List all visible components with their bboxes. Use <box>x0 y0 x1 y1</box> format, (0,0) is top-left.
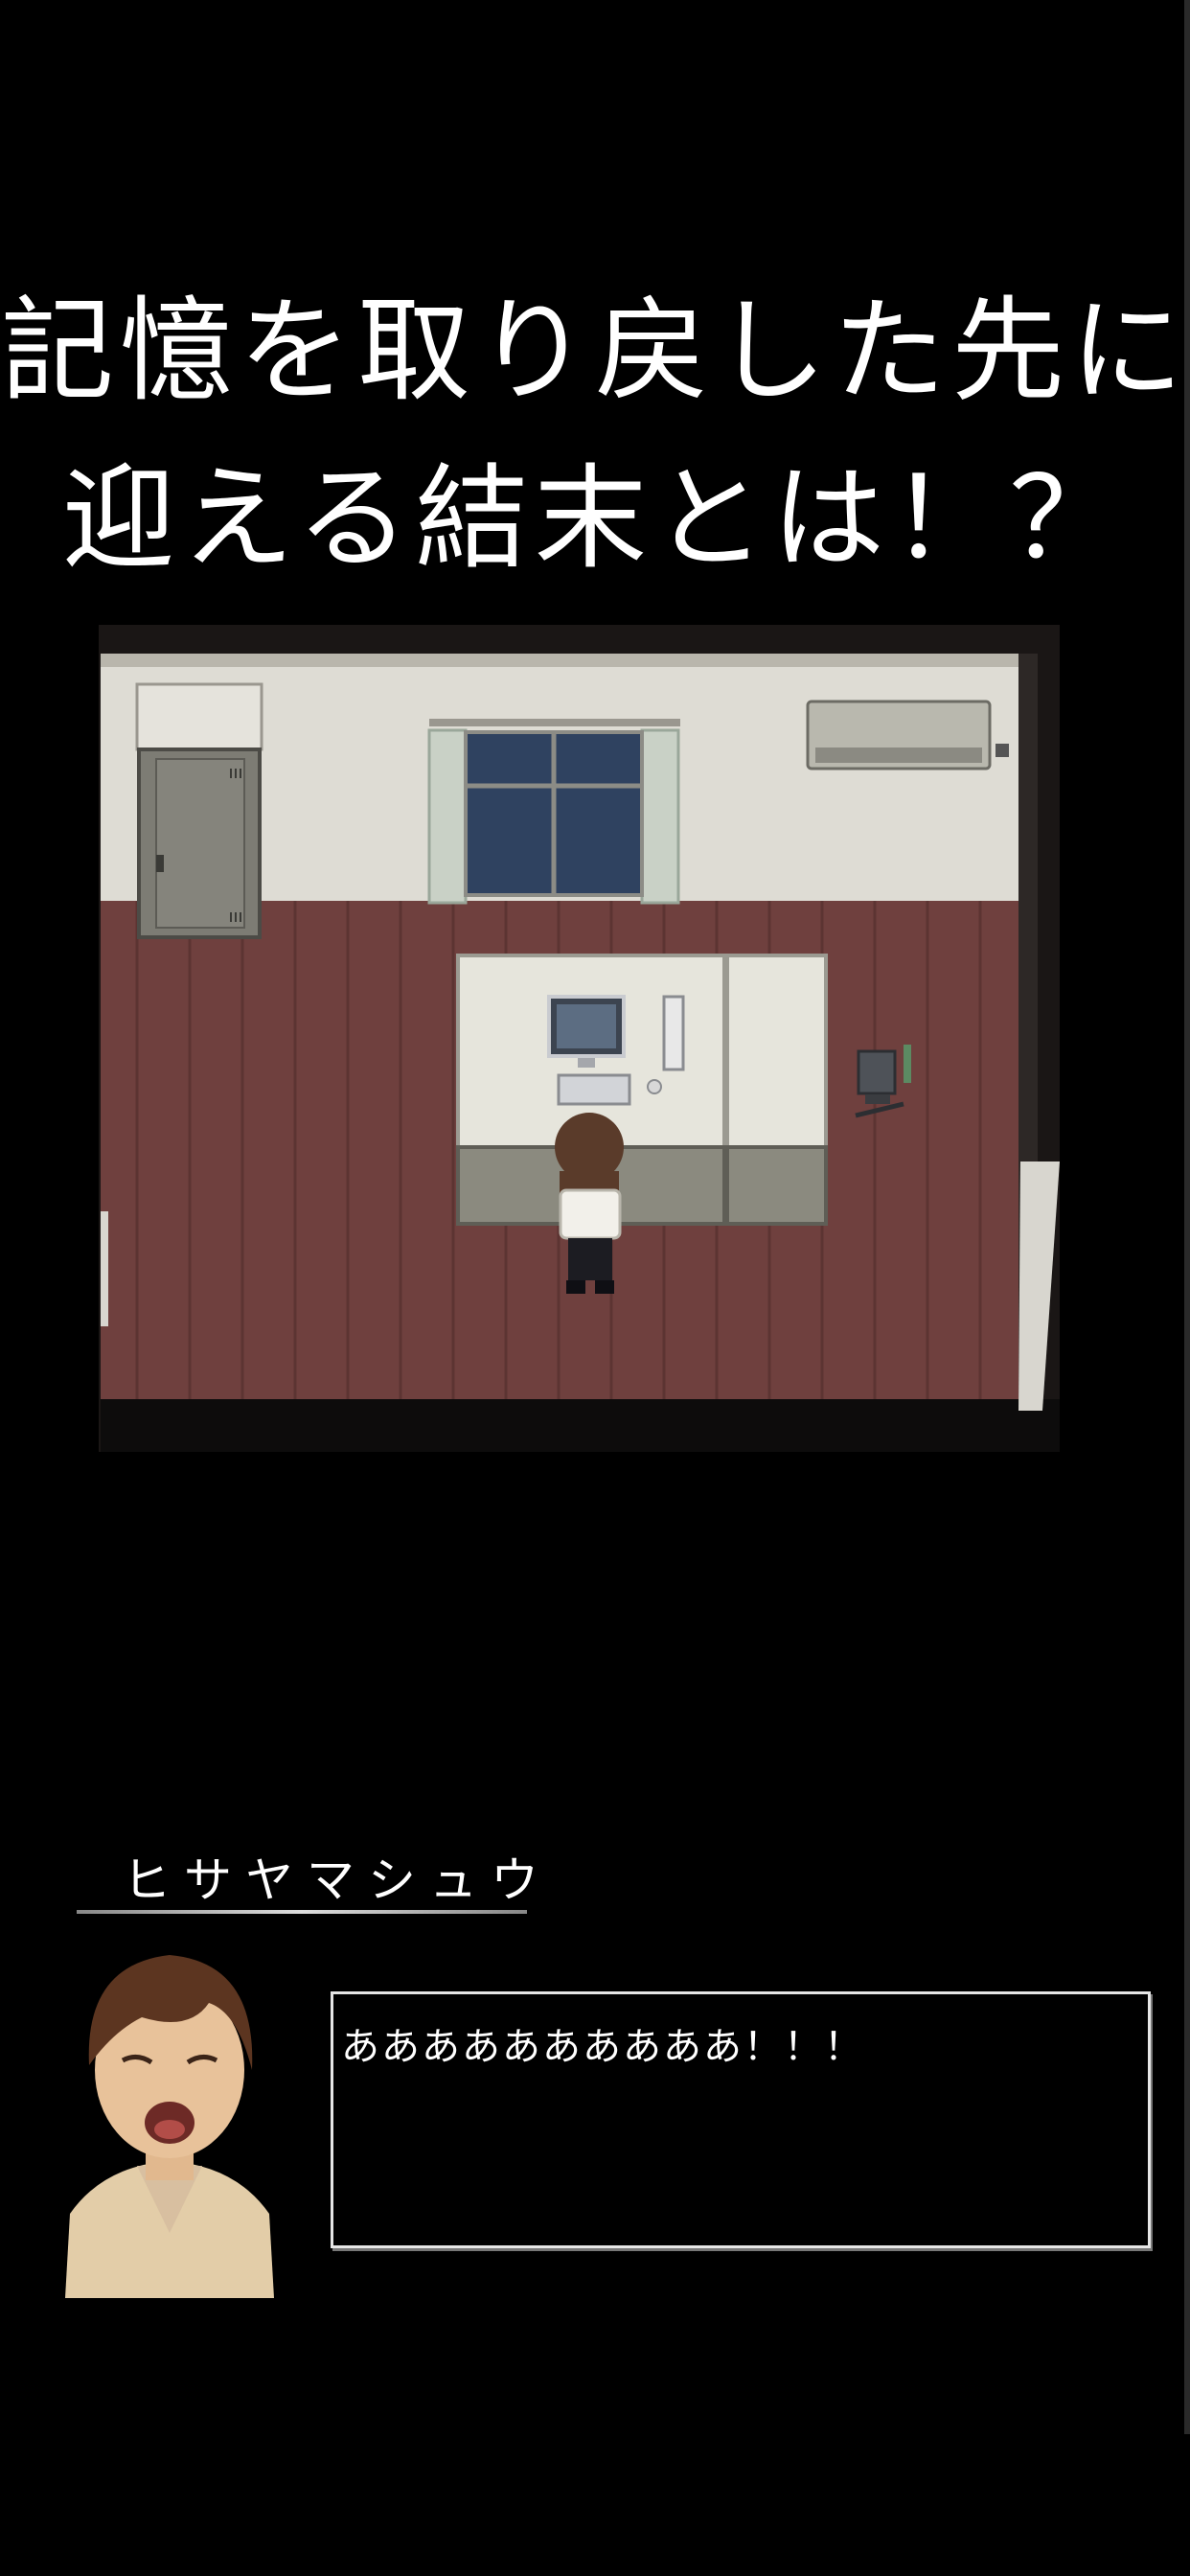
speaker-underline <box>77 1910 527 1914</box>
office-desk-icon <box>456 954 828 1226</box>
message-text: ああああああああああ！！！ <box>341 2025 864 2069</box>
air-conditioner-icon <box>806 700 1009 770</box>
speaker-name: ヒサヤマシュウ <box>123 1852 552 1908</box>
keyboard-icon <box>557 1073 631 1106</box>
character-portrait <box>46 1926 293 2298</box>
locker-icon <box>135 682 263 939</box>
message-box[interactable]: ああああああああああ！！！ <box>331 1991 1151 2248</box>
pc-tower-icon <box>662 995 685 1071</box>
headline-line-2: 迎える結末とは！？ <box>61 452 1129 585</box>
window-icon <box>427 719 680 905</box>
game-room-scene[interactable] <box>99 625 1060 1452</box>
headline-line-1: 記憶を取り戻した先に <box>0 285 1189 417</box>
